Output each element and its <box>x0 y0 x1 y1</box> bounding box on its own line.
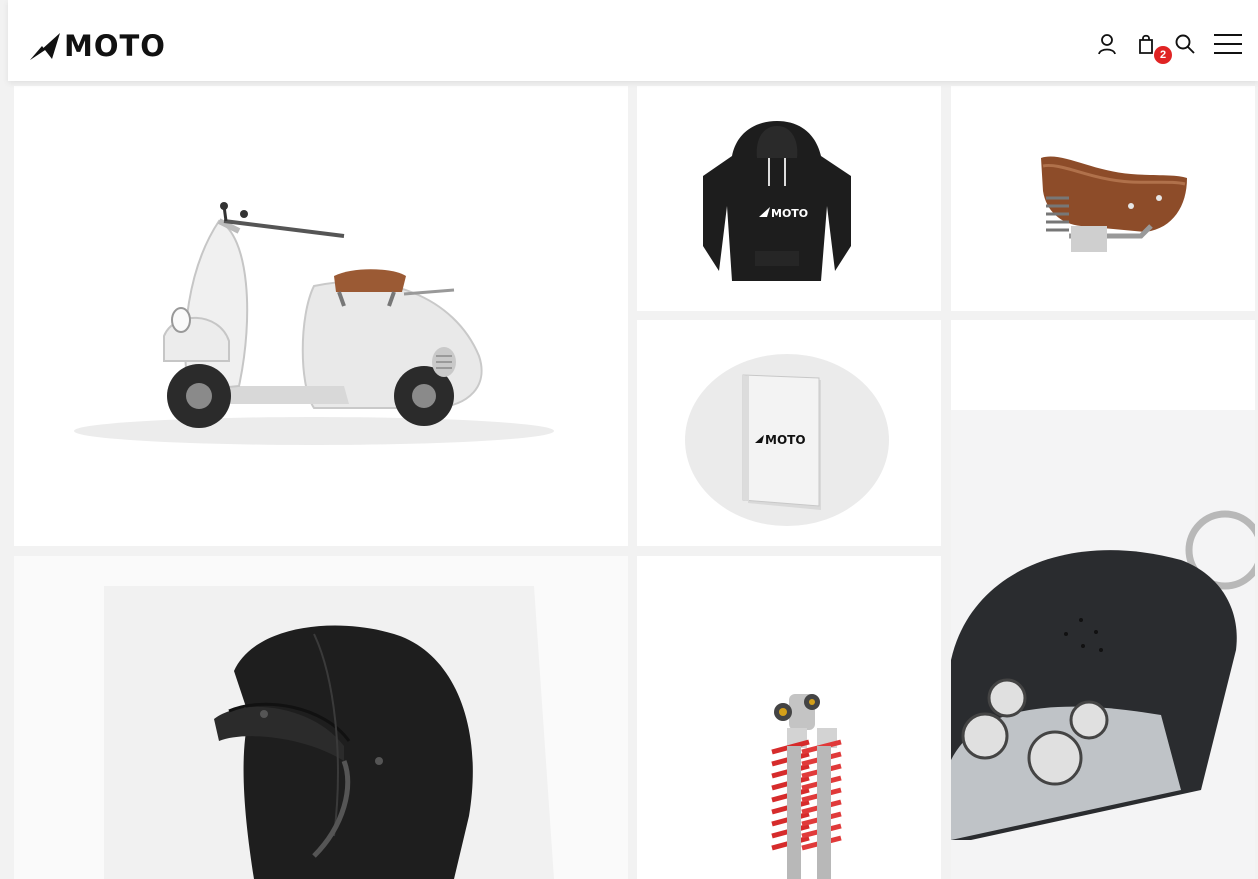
search-icon[interactable] <box>1171 30 1199 58</box>
shock-absorbers-image <box>771 694 842 879</box>
user-icon[interactable] <box>1093 30 1121 58</box>
product-tile-helmet[interactable] <box>14 556 628 879</box>
product-tile-seat[interactable] <box>951 86 1255 311</box>
notebook-cover-text: MOTO <box>765 433 806 447</box>
site-header: MOTO 2 <box>8 0 1258 81</box>
product-tile-hoodie[interactable]: MOTO <box>637 86 941 311</box>
helmet-image <box>14 556 628 879</box>
product-tile-shock-absorbers[interactable] <box>637 556 941 879</box>
notebook-image: MOTO <box>685 354 889 526</box>
paper-plane-logo-icon <box>30 33 60 60</box>
seat-image <box>1041 156 1187 252</box>
menu-icon[interactable] <box>1212 30 1244 58</box>
product-tile-key-remote[interactable] <box>951 320 1255 879</box>
cart-count-badge: 2 <box>1154 46 1172 64</box>
hoodie-print-text: MOTO <box>771 207 808 220</box>
page: MOTO 2 MOTO MOTO <box>0 0 1258 879</box>
product-tile-scooter[interactable] <box>14 86 628 546</box>
hoodie-image: MOTO <box>703 121 851 281</box>
product-tile-notebook[interactable]: MOTO <box>637 320 941 546</box>
logo[interactable]: MOTO <box>28 28 166 64</box>
scooter-image <box>74 202 554 445</box>
logo-text: MOTO <box>64 29 166 63</box>
key-remote-image <box>951 410 1255 879</box>
